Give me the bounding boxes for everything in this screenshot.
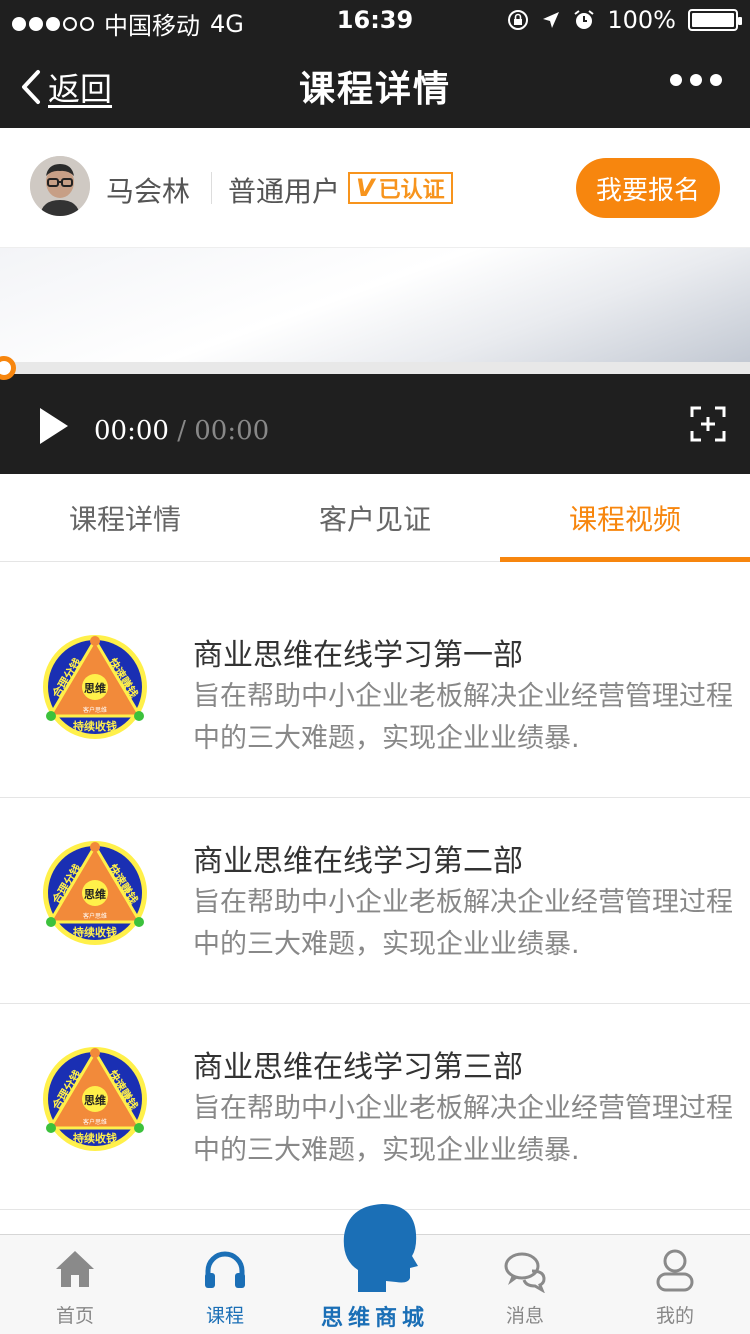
status-bar: 中国移动 4G 16:39 100%: [0, 0, 750, 40]
time-separator: /: [177, 416, 186, 446]
tabbar-item-home[interactable]: 首页: [0, 1235, 150, 1334]
more-dot-icon: [670, 74, 682, 86]
battery-percent: 100%: [607, 6, 676, 34]
logo-sub-bottom-text: 客户思维: [83, 1118, 107, 1126]
detail-tabs: 课程详情 客户见证 课程视频: [0, 474, 750, 562]
video-player[interactable]: 00:00 / 00:00: [0, 248, 750, 474]
location-icon: [543, 12, 560, 28]
tabbar-item-messages[interactable]: 消息: [450, 1235, 600, 1334]
course-logo-icon: 思维 合理分钱 快速赚钱 客户思维 持续收钱: [43, 635, 147, 739]
tab-testimonials[interactable]: 客户见证: [250, 474, 500, 561]
play-icon[interactable]: [40, 408, 68, 444]
video-progress-bar[interactable]: [0, 362, 750, 374]
course-description: 旨在帮助中小企业老板解决企业经营管理过程中的三大难题，实现企业业绩暴.: [193, 887, 733, 960]
video-time: 00:00 / 00:00: [94, 416, 269, 446]
list-item[interactable]: 思维 合理分钱 快速赚钱 客户思维 持续收钱 商业思维在线学习第一部 旨在帮助中…: [0, 592, 750, 798]
headphones-icon: [205, 1251, 245, 1288]
user-icon: [656, 1249, 694, 1292]
more-dot-icon: [710, 74, 722, 86]
battery-icon: [688, 9, 742, 31]
verified-label: 已认证: [378, 178, 445, 203]
logo-sub-bottom-text: 客户思维: [83, 706, 107, 714]
course-logo-icon: 思维 合理分钱 快速赚钱 客户思维 持续收钱: [43, 841, 147, 945]
tabbar-label: 课程: [205, 1305, 244, 1327]
course-description: 旨在帮助中小企业老板解决企业经营管理过程中的三大难题，实现企业业绩暴.: [193, 681, 733, 754]
fullscreen-icon[interactable]: [690, 406, 726, 442]
course-title: 商业思维在线学习第三部: [193, 1050, 523, 1085]
logo-center-text: 思维: [84, 1093, 106, 1107]
avatar-image: [30, 156, 90, 216]
user-type: 普通用户: [228, 175, 341, 208]
tabbar-label: 我的: [655, 1305, 694, 1327]
alarm-icon: [574, 10, 594, 29]
mind-head-icon[interactable]: [328, 1196, 424, 1296]
chat-icon: [504, 1252, 546, 1293]
tabbar-label: 首页: [55, 1305, 94, 1327]
logo-center-text: 思维: [84, 887, 106, 901]
list-item[interactable]: 思维 合理分钱 快速赚钱 客户思维 持续收钱 商业思维在线学习第三部 旨在帮助中…: [0, 1004, 750, 1210]
more-button[interactable]: [670, 74, 722, 86]
tabbar-label: 消息: [505, 1305, 544, 1327]
tabbar-item-mine[interactable]: 我的: [600, 1235, 750, 1334]
current-time: 00:00: [94, 416, 169, 446]
tab-course-detail[interactable]: 课程详情: [0, 474, 250, 561]
page-title: 课程详情: [298, 69, 451, 110]
enroll-button[interactable]: 我要报名: [576, 158, 720, 218]
author-name: 马会林: [106, 175, 191, 208]
video-frame: [0, 248, 750, 362]
status-right: 100%: [507, 6, 742, 34]
course-logo-icon: 思维 合理分钱 快速赚钱 客户思维 持续收钱: [43, 1047, 147, 1151]
logo-bottom-text: 持续收钱: [73, 1131, 117, 1145]
verified-v-icon: V: [356, 174, 375, 202]
verified-badge: V 已认证: [348, 172, 453, 204]
top-bar: 中国移动 4G 16:39 100% 返回 课程详情: [0, 0, 750, 128]
logo-bottom-text: 持续收钱: [73, 925, 117, 939]
duration: 00:00: [194, 416, 270, 446]
logo-sub-bottom-text: 客户思维: [83, 912, 107, 920]
course-title: 商业思维在线学习第一部: [193, 638, 523, 673]
divider: [211, 172, 212, 204]
list-item[interactable]: 思维 合理分钱 快速赚钱 客户思维 持续收钱 商业思维在线学习第二部 旨在帮助中…: [0, 798, 750, 1004]
tabbar-item-course[interactable]: 课程: [150, 1235, 300, 1334]
tab-course-videos[interactable]: 课程视频: [500, 474, 750, 562]
logo-center-text: 思维: [84, 681, 106, 695]
tabbar-item-mall[interactable]: 思维商城: [300, 1300, 450, 1332]
rotation-lock-icon: [508, 10, 529, 30]
nav-bar: 返回 课程详情: [0, 40, 750, 128]
course-title: 商业思维在线学习第二部: [193, 844, 523, 879]
avatar[interactable]: [30, 156, 90, 216]
logo-bottom-text: 持续收钱: [73, 719, 117, 733]
course-description: 旨在帮助中小企业老板解决企业经营管理过程中的三大难题，实现企业业绩暴.: [193, 1093, 733, 1166]
more-dot-icon: [690, 74, 702, 86]
author-row: 马会林 普通用户 V 已认证 我要报名: [0, 128, 750, 248]
home-icon: [56, 1251, 94, 1287]
